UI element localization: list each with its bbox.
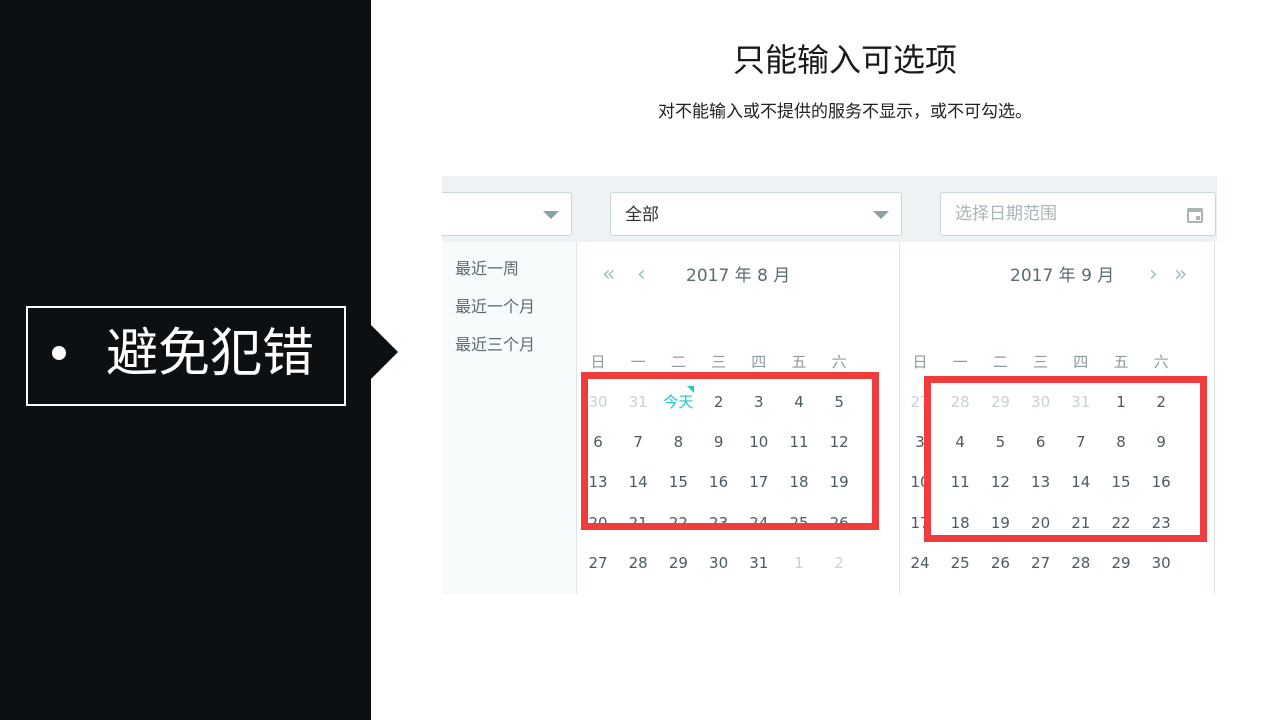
month-title-september: 2017 年 9 月 xyxy=(1010,266,1115,286)
next-year-icon[interactable]: » xyxy=(1174,262,1187,288)
slide-title: 只能输入可选项 xyxy=(732,41,957,79)
slide-subtitle: 对不能输入或不提供的服务不显示，或不可勾选。 xyxy=(658,102,1032,122)
shortcut-last-month[interactable]: 最近一个月 xyxy=(455,296,535,318)
calendar-day[interactable]: 26 xyxy=(980,543,1020,583)
calendar-day[interactable]: 28 xyxy=(618,543,658,583)
calendar-day[interactable]: 28 xyxy=(1061,543,1101,583)
calendar-day[interactable]: 29 xyxy=(1101,543,1141,583)
status-select-value: 全部 xyxy=(625,205,659,225)
highlight-box-august xyxy=(581,372,879,530)
prev-year-icon[interactable]: « xyxy=(602,262,615,288)
calendar-day: 1 xyxy=(794,553,804,572)
chevron-down-icon xyxy=(543,211,559,219)
calendar-icon[interactable] xyxy=(1187,208,1203,223)
calendar-day: 4 xyxy=(1021,583,1061,594)
calendar-day: 2 xyxy=(834,553,844,572)
bullet-label: 避免犯错 xyxy=(106,324,315,384)
calendar-day: 6 xyxy=(1101,583,1141,594)
calendar-day[interactable]: 27 xyxy=(1021,543,1061,583)
calendar-day: 5 xyxy=(658,583,698,594)
calendar-day: 3 xyxy=(980,583,1020,594)
calendar-day[interactable]: 29 xyxy=(658,543,698,583)
highlight-box-september xyxy=(924,376,1207,542)
calendar-day: 9 xyxy=(819,583,859,594)
calendar-day: 2 xyxy=(940,583,980,594)
calendar-day[interactable]: 31 xyxy=(739,543,779,583)
filter-bar: 全部 选择日期范围 xyxy=(442,176,1217,242)
calendar-day: 3 xyxy=(578,583,618,594)
status-select[interactable]: 全部 xyxy=(610,192,902,236)
date-picker-screenshot: 全部 选择日期范围 最近一周 最近一个月 最近三个月 2017 年 8 月 « … xyxy=(442,176,1217,594)
calendar-day: 5 xyxy=(1061,583,1101,594)
prev-month-icon[interactable]: ‹ xyxy=(637,262,646,288)
next-month-icon[interactable]: › xyxy=(1149,262,1158,288)
calendar-day: 8 xyxy=(779,583,819,594)
calendar-day: 1 xyxy=(900,583,940,594)
chevron-down-icon xyxy=(873,211,889,219)
calendar-day[interactable]: 30 xyxy=(1141,543,1181,583)
date-range-placeholder: 选择日期范围 xyxy=(955,204,1057,224)
bullet-icon xyxy=(52,346,66,360)
calendar-day: 7 xyxy=(1141,583,1181,594)
shortcut-last-three-months[interactable]: 最近三个月 xyxy=(455,334,535,356)
calendar-day[interactable]: 25 xyxy=(940,543,980,583)
shortcut-last-week[interactable]: 最近一周 xyxy=(455,258,519,280)
calendar-day[interactable]: 27 xyxy=(578,543,618,583)
pointer-arrow-icon xyxy=(371,325,398,379)
calendar-day: 6 xyxy=(699,583,739,594)
calendar-day: 7 xyxy=(739,583,779,594)
calendar-day[interactable]: 30 xyxy=(699,543,739,583)
month-title-august: 2017 年 8 月 xyxy=(686,266,791,286)
first-select[interactable] xyxy=(442,192,572,236)
date-range-input[interactable]: 选择日期范围 xyxy=(940,192,1216,236)
calendar-day: 4 xyxy=(618,583,658,594)
shortcut-panel: 最近一周 最近一个月 最近三个月 xyxy=(442,242,577,594)
calendar-day[interactable]: 24 xyxy=(900,543,940,583)
